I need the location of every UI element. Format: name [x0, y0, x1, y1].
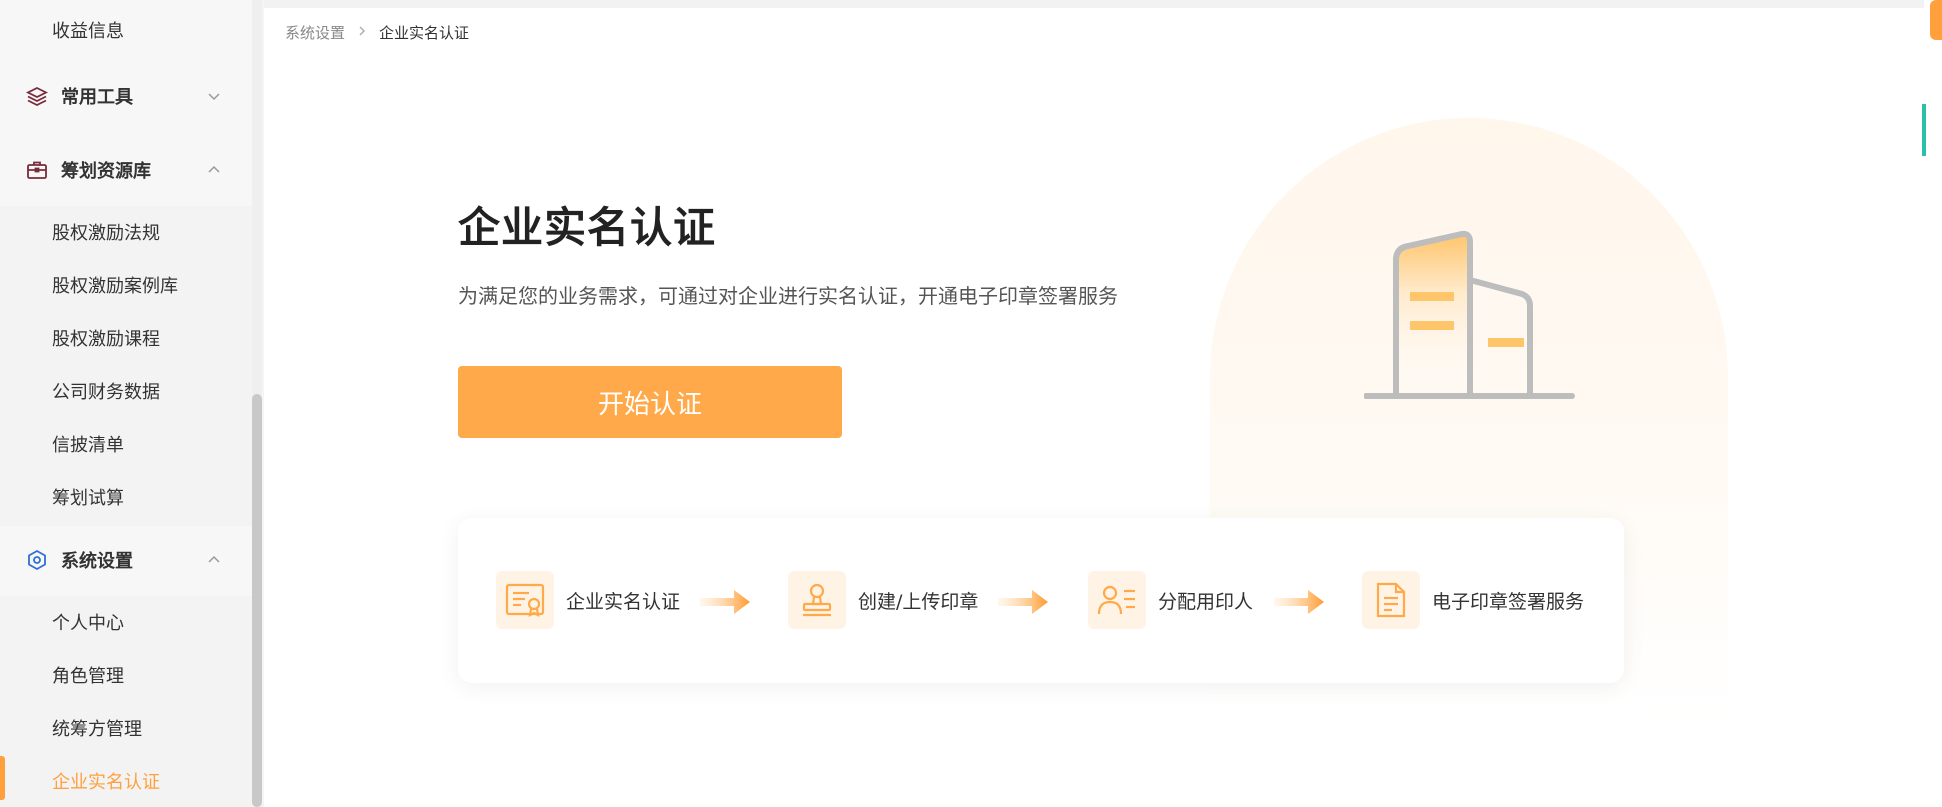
step-item: 创建/上传印章	[788, 570, 978, 630]
sidebar-group-settings[interactable]: 系统设置	[0, 536, 245, 584]
sidebar-item-personal-center[interactable]: 个人中心	[0, 598, 245, 646]
sidebar-item-label: 筹划资源库	[61, 161, 151, 182]
floating-tab-orange[interactable]	[1930, 0, 1942, 40]
sidebar-group-tools[interactable]: 常用工具	[0, 72, 245, 120]
sidebar-item-label: 筹划试算	[52, 488, 124, 509]
briefcase-icon	[25, 158, 49, 182]
step-item: 企业实名认证	[496, 570, 680, 630]
sidebar-item-label: 股权激励法规	[52, 223, 160, 244]
arrow-right-icon	[998, 590, 1048, 614]
step-label: 电子印章签署服务	[1432, 590, 1585, 613]
sidebar-item-label: 系统设置	[61, 551, 133, 572]
sidebar-item-label: 个人中心	[52, 613, 124, 634]
user-list-icon	[1088, 571, 1146, 629]
arrow-right-icon	[700, 590, 750, 614]
right-edge-panel	[1924, 0, 1942, 807]
breadcrumb: 系统设置 企业实名认证	[285, 22, 469, 43]
step-label: 企业实名认证	[566, 590, 681, 613]
step-label: 创建/上传印章	[858, 590, 979, 613]
sidebar-item-label: 公司财务数据	[52, 382, 160, 403]
sidebar-group-resources[interactable]: 筹划资源库	[0, 146, 245, 194]
sidebar-item-equity-courses[interactable]: 股权激励课程	[0, 314, 245, 362]
step-label: 分配用印人	[1158, 590, 1254, 613]
sidebar-item-label: 股权激励案例库	[52, 276, 178, 297]
sidebar: 收益信息 常用工具 筹划资源库 股权激励法规 股权激励案例库 股权激励课程 公司…	[0, 0, 252, 807]
sidebar-item-label: 收益信息	[52, 21, 124, 42]
top-divider	[264, 0, 1924, 8]
main-content: 系统设置 企业实名认证 企业实名认证 为满足您的业务需求，可通过对企业进行实名认…	[264, 0, 1924, 807]
breadcrumb-current: 企业实名认证	[379, 24, 470, 42]
sidebar-item-label: 股权激励课程	[52, 329, 160, 350]
step-item: 电子印章签署服务	[1362, 570, 1584, 630]
sidebar-item-planning-trial[interactable]: 筹划试算	[0, 473, 245, 521]
chevron-down-icon	[208, 93, 220, 101]
sidebar-item-label: 信披清单	[52, 435, 124, 456]
sidebar-item-label: 角色管理	[52, 666, 124, 687]
arrow-right-icon	[1274, 590, 1324, 614]
certificate-icon	[496, 571, 554, 629]
stamp-icon	[788, 571, 846, 629]
breadcrumb-parent[interactable]: 系统设置	[285, 22, 345, 43]
sidebar-item-label: 企业实名认证	[52, 772, 160, 793]
layers-icon	[25, 84, 49, 108]
process-steps-card: 企业实名认证 创建/上传印章 分配用印人 电子印章签署服务	[458, 518, 1624, 683]
sidebar-item-financial-data[interactable]: 公司财务数据	[0, 367, 245, 415]
page-description: 为满足您的业务需求，可通过对企业进行实名认证，开通电子印章签署服务	[458, 284, 1118, 308]
sidebar-item-disclosure-list[interactable]: 信披清单	[0, 420, 245, 468]
sidebar-item-coordinator-management[interactable]: 统筹方管理	[0, 704, 245, 752]
sidebar-item-equity-cases[interactable]: 股权激励案例库	[0, 261, 245, 309]
chevron-right-icon	[357, 25, 367, 41]
sidebar-item-equity-laws[interactable]: 股权激励法规	[0, 208, 245, 256]
sidebar-scrollbar[interactable]	[252, 394, 262, 807]
sidebar-item-enterprise-verification[interactable]: 企业实名认证	[0, 757, 245, 805]
sidebar-item-role-management[interactable]: 角色管理	[0, 651, 245, 699]
document-icon	[1362, 571, 1420, 629]
chevron-up-icon	[208, 165, 220, 173]
start-verification-button[interactable]: 开始认证	[458, 366, 842, 438]
sidebar-item-revenue[interactable]: 收益信息	[0, 6, 245, 54]
floating-tab-teal[interactable]	[1922, 104, 1926, 156]
page-title: 企业实名认证	[458, 203, 717, 252]
chevron-up-icon	[208, 555, 220, 563]
building-illustration	[1364, 230, 1575, 399]
sidebar-item-label: 常用工具	[61, 87, 133, 108]
hexagon-gear-icon	[25, 548, 49, 572]
sidebar-item-label: 统筹方管理	[52, 719, 142, 740]
step-item: 分配用印人	[1088, 570, 1253, 630]
